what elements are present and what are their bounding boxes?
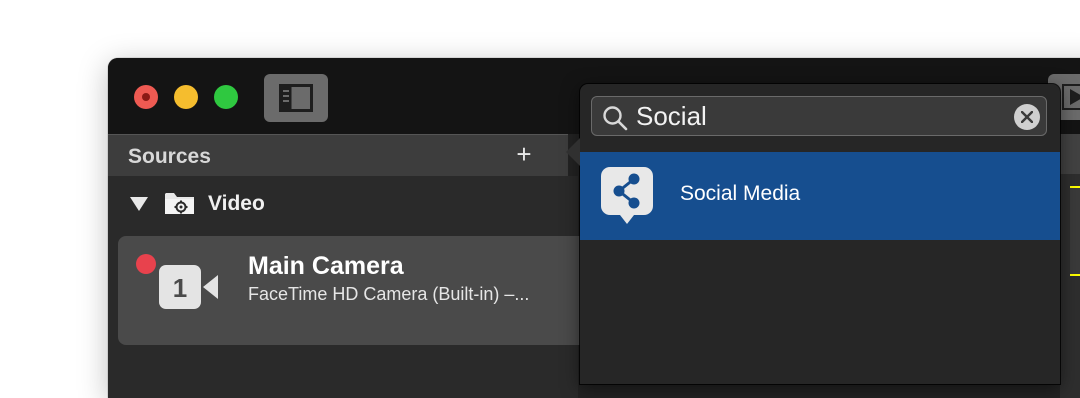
sources-header: Sources + <box>108 134 568 177</box>
add-source-button[interactable]: + <box>512 139 536 170</box>
search-result-social-media[interactable]: Social Media <box>580 152 1060 240</box>
recording-indicator <box>136 254 156 274</box>
camera-title: Main Camera <box>248 252 404 280</box>
video-camera-icon: 1 <box>159 265 218 309</box>
source-item-main-camera[interactable]: 1 Main Camera FaceTime HD Camera (Built-… <box>118 236 588 345</box>
add-source-popover: Social Media <box>566 84 1060 384</box>
preview-panel <box>1070 188 1080 274</box>
folder-gear-icon <box>165 193 194 214</box>
search-field[interactable] <box>591 96 1047 136</box>
play-icon <box>1062 84 1080 110</box>
preview-strip <box>1060 134 1080 398</box>
share-icon <box>601 167 653 224</box>
search-input[interactable] <box>636 100 1006 132</box>
disclosure-triangle-icon[interactable] <box>130 197 148 211</box>
group-label: Video <box>208 192 265 215</box>
result-label: Social Media <box>680 182 801 205</box>
popover-arrow <box>566 138 580 166</box>
accent-line <box>1070 274 1080 276</box>
sidebar-icon <box>279 84 313 112</box>
sources-title: Sources <box>128 145 211 168</box>
minimize-window-button[interactable] <box>174 85 198 109</box>
camera-number: 1 <box>173 273 187 303</box>
search-icon <box>603 106 628 131</box>
sidebar-toggle-button[interactable] <box>264 74 328 122</box>
sources-list: Video 1 Main Camera FaceTime HD Camera (… <box>108 176 588 398</box>
zoom-window-button[interactable] <box>214 85 238 109</box>
camera-subtitle: FaceTime HD Camera (Built-in) –... <box>248 284 530 304</box>
clear-search-icon[interactable] <box>1014 104 1040 130</box>
source-group-video[interactable]: Video <box>128 188 548 218</box>
close-window-button[interactable] <box>134 85 158 109</box>
preview-strip-header <box>1060 134 1080 174</box>
